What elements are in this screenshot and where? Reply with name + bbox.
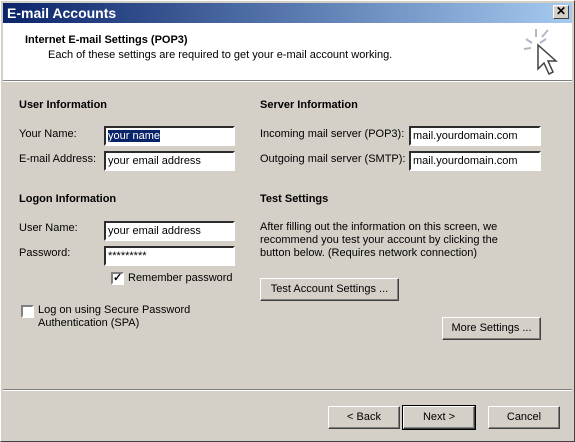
email-address-input[interactable]: your email address [104,151,235,171]
back-button[interactable]: < Back [328,406,400,429]
test-account-settings-button[interactable]: Test Account Settings ... [260,278,399,301]
cancel-button[interactable]: Cancel [488,406,560,429]
close-icon[interactable]: ✕ [553,5,569,19]
next-button[interactable]: Next > [402,405,476,430]
test-desc-line2: recommend you test your account by click… [260,234,498,246]
incoming-server-label: Incoming mail server (POP3): [260,128,405,140]
email-address-label: E-mail Address: [19,153,97,165]
remember-password-checkbox[interactable]: ✓ [111,272,124,285]
spa-label-line1: Log on using Secure Password [38,304,191,316]
header-title: Internet E-mail Settings (POP3) [25,34,188,46]
spa-label-line2: Authentication (SPA) [38,317,140,329]
outgoing-server-label: Outgoing mail server (SMTP): [260,153,406,165]
cursor-sparkle-icon [523,29,558,76]
title-bar: E-mail Accounts ✕ [3,3,572,23]
your-name-label: Your Name: [19,128,77,140]
outgoing-server-input[interactable]: mail.yourdomain.com [409,151,541,171]
more-settings-button[interactable]: More Settings ... [442,317,541,340]
test-settings-heading: Test Settings [260,193,329,205]
incoming-server-input[interactable]: mail.yourdomain.com [409,126,541,146]
user-info-heading: User Information [19,99,108,111]
user-name-label: User Name: [19,222,78,234]
wizard-header: Internet E-mail Settings (POP3) Each of … [3,23,572,80]
header-divider [3,80,572,82]
email-accounts-window: E-mail Accounts ✕ Internet E-mail Settin… [0,0,575,442]
header-subtitle: Each of these settings are required to g… [48,49,393,61]
password-label: Password: [19,247,71,259]
user-name-input[interactable]: your email address [104,221,235,241]
password-input[interactable]: ********* [104,246,235,266]
logon-info-heading: Logon Information [19,193,117,205]
footer-divider [3,389,572,391]
test-desc-line3: button below. (Requires network connecti… [260,247,478,259]
remember-password-label: Remember password [128,272,233,284]
your-name-value: your name [108,130,160,142]
test-desc-line1: After filling out the information on thi… [260,221,498,233]
server-info-heading: Server Information [260,99,358,111]
spa-checkbox[interactable] [21,305,34,318]
your-name-input[interactable]: your name [104,126,235,146]
window-title: E-mail Accounts [7,5,117,21]
